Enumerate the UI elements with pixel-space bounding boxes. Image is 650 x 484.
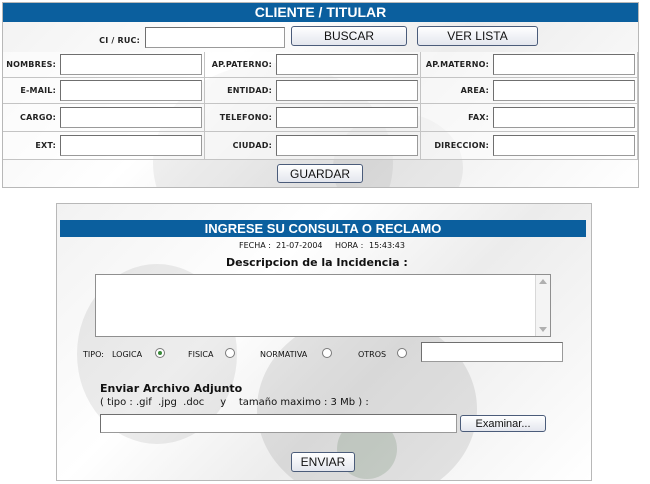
fax-input[interactable] (493, 107, 635, 128)
fax-label: FAX: (468, 113, 489, 122)
nombres-label: NOMBRES: (6, 60, 56, 69)
scroll-down-icon[interactable] (539, 327, 547, 332)
ap-materno-input[interactable] (493, 54, 635, 75)
email-label: E-MAIL: (20, 86, 56, 95)
direccion-input[interactable] (493, 135, 635, 156)
tipo-normativa-radio[interactable] (322, 348, 332, 358)
descripcion-textarea[interactable] (95, 274, 551, 337)
scroll-up-icon[interactable] (539, 279, 547, 284)
area-input[interactable] (493, 80, 635, 101)
tipo-otros-label: OTROS (358, 350, 387, 359)
tipo-logica-radio[interactable] (155, 348, 165, 358)
cliente-title: CLIENTE / TITULAR (254, 4, 387, 20)
tipo-otros-input[interactable] (421, 342, 563, 362)
ver-lista-button[interactable]: VER LISTA (417, 26, 538, 46)
cliente-header: CLIENTE / TITULAR (3, 3, 638, 22)
adjunto-hint: ( tipo : .gif .jpg .doc y tamaño maximo … (100, 397, 369, 408)
entidad-label: ENTIDAD: (227, 86, 272, 95)
direccion-label: DIRECCION: (434, 141, 489, 150)
telefono-label: TELEFONO: (219, 113, 272, 122)
ext-input[interactable] (60, 135, 202, 156)
fecha-value: 21-07-2004 (276, 241, 323, 250)
tipo-logica-label: LOGICA (112, 350, 143, 359)
guardar-button[interactable]: GUARDAR (277, 164, 363, 183)
archivo-input[interactable] (100, 414, 457, 433)
tipo-normativa-label: NORMATIVA (260, 350, 308, 359)
ap-paterno-label: AP.PATERNO: (211, 60, 272, 69)
ci-ruc-label: CI / RUC: (99, 36, 140, 45)
email-input[interactable] (60, 80, 202, 101)
ap-paterno-input[interactable] (276, 54, 418, 75)
ap-materno-label: AP.MATERNO: (425, 60, 489, 69)
buscar-button[interactable]: BUSCAR (291, 26, 407, 46)
fecha-label: FECHA : (239, 241, 271, 250)
ciudad-label: CIUDAD: (232, 141, 272, 150)
entidad-input[interactable] (276, 80, 418, 101)
consulta-header: INGRESE SU CONSULTA O RECLAMO (60, 220, 586, 237)
ci-ruc-input[interactable] (145, 27, 285, 48)
adjunto-title: Enviar Archivo Adjunto (100, 382, 243, 395)
telefono-input[interactable] (276, 107, 418, 128)
cargo-input[interactable] (60, 107, 202, 128)
tipo-label: TIPO: (83, 350, 104, 359)
tipo-otros-radio[interactable] (397, 348, 407, 358)
nombres-input[interactable] (60, 54, 202, 75)
descripcion-label: Descripcion de la Incidencia : (226, 256, 408, 269)
hora-label: HORA : (335, 241, 364, 250)
enviar-button[interactable]: ENVIAR (291, 452, 355, 472)
textarea-scrollbar[interactable] (535, 275, 550, 336)
ciudad-input[interactable] (276, 135, 418, 156)
examinar-button[interactable]: Examinar... (460, 415, 546, 432)
consulta-title: INGRESE SU CONSULTA O RECLAMO (204, 221, 442, 236)
tipo-fisica-label: FISICA (188, 350, 214, 359)
area-label: AREA: (460, 86, 489, 95)
ext-label: EXT: (35, 141, 56, 150)
tipo-fisica-radio[interactable] (225, 348, 235, 358)
cargo-label: CARGO: (20, 113, 56, 122)
hora-value: 15:43:43 (369, 241, 405, 250)
